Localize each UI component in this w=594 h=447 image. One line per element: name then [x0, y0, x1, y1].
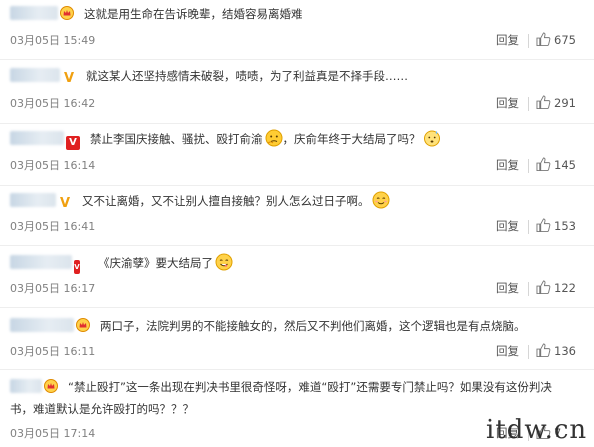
- comment-text: 两口子，法院判男的不能接触女的，然后又不判他们离婚，这个逻辑也是有点烧脑。: [100, 319, 526, 333]
- blurred-username[interactable]: [10, 379, 42, 393]
- thumbs-up-icon: [536, 32, 551, 46]
- comment-time: 03月05日 16:42: [10, 97, 96, 110]
- like-button[interactable]: 122: [536, 280, 576, 295]
- reply-button[interactable]: 回复: [496, 218, 519, 234]
- comment-text: “禁止殴打”这一条出现在判决书里很奇怪呀，难道“殴打”还需要专门禁止吗？如果没有…: [68, 380, 552, 394]
- comment-item: 这就是用生命在告诉晚辈，结婚容易离婚难 03月05日 15:49 回复 675: [0, 0, 594, 60]
- verified-v-icon: V: [74, 260, 80, 274]
- reply-button[interactable]: 回复: [496, 280, 519, 296]
- watermark: itdw.cn: [486, 415, 588, 445]
- crown-badge-icon: [76, 318, 90, 332]
- like-count: 122: [554, 281, 576, 295]
- like-count: 145: [554, 158, 576, 172]
- like-count: 675: [554, 33, 576, 47]
- verified-v-icon: V: [59, 196, 71, 211]
- divider: [528, 97, 529, 111]
- like-count: 153: [554, 219, 576, 233]
- comment-time: 03月05日 15:49: [10, 34, 96, 47]
- crown-badge-icon: [60, 6, 74, 20]
- thumbs-up-icon: [536, 218, 551, 232]
- comment-text-cont: 书，难道默认是允许殴打的吗？？？: [10, 402, 194, 416]
- comment-time: 03月05日 16:11: [10, 345, 96, 358]
- comment-time: 03月05日 16:41: [10, 220, 96, 233]
- verified-v-icon: V: [66, 136, 80, 150]
- like-button[interactable]: 291: [536, 95, 576, 110]
- comment-text: 这就是用生命在告诉晚辈，结婚容易离婚难: [84, 7, 303, 21]
- comment-time: 03月05日 17:14: [10, 427, 96, 440]
- divider: [528, 159, 529, 173]
- comment-text: 禁止李国庆接触、骚扰、殴打俞渝: [90, 132, 263, 146]
- comment-item: V 禁止李国庆接触、骚扰、殴打俞渝 ，庆俞年终于大结局了吗？ 03月05日 16:1…: [0, 124, 594, 186]
- emoji-thinking-icon: [265, 129, 283, 147]
- reply-button[interactable]: 回复: [496, 157, 519, 173]
- blurred-username[interactable]: [10, 255, 72, 269]
- comment-time: 03月05日 16:14: [10, 159, 96, 172]
- verified-v-icon: V: [63, 71, 75, 86]
- like-count: 291: [554, 96, 576, 110]
- divider: [528, 282, 529, 296]
- emoji-sweat-icon: [423, 129, 441, 147]
- crown-badge-icon: [44, 379, 58, 393]
- divider: [528, 345, 529, 359]
- comment-text: 又不让离婚，又不让别人擅自接触？别人怎么过日子啊。: [82, 194, 370, 208]
- like-button[interactable]: 7136: [536, 343, 576, 358]
- thumbs-up-icon: [536, 95, 551, 109]
- thumbs-up-icon: [536, 280, 551, 294]
- thumbs-up-icon: [536, 343, 551, 357]
- comment-item: 两口子，法院判男的不能接触女的，然后又不判他们离婚，这个逻辑也是有点烧脑。 03…: [0, 308, 594, 370]
- emoji-yum-icon: [215, 253, 233, 271]
- blurred-username[interactable]: [10, 131, 64, 145]
- like-count: 136: [554, 344, 576, 358]
- blurred-username[interactable]: [10, 68, 60, 82]
- thumbs-up-icon: [536, 157, 551, 171]
- divider: [528, 220, 529, 234]
- blurred-username[interactable]: [10, 318, 74, 332]
- blurred-username[interactable]: [10, 193, 56, 207]
- like-button[interactable]: 153: [536, 218, 576, 233]
- reply-button[interactable]: 回复: [496, 32, 519, 48]
- like-button[interactable]: 145: [536, 157, 576, 172]
- like-button[interactable]: 675: [536, 32, 576, 47]
- emoji-blush-icon: [372, 191, 390, 209]
- divider: [528, 34, 529, 48]
- comment-text: 《庆渝孽》要大结局了: [98, 256, 213, 270]
- comment-text-cont: ，庆俞年终于大结局了吗？: [282, 132, 421, 146]
- reply-button[interactable]: 回复: [496, 343, 519, 359]
- comment-item: V 就这某人还坚持感情未破裂，啧啧，为了利益真是不择手段…… 03月05日 16:…: [0, 60, 594, 124]
- reply-button[interactable]: 回复: [496, 95, 519, 111]
- comment-text: 就这某人还坚持感情未破裂，啧啧，为了利益真是不择手段……: [86, 69, 408, 83]
- comment-item: V 《庆渝孽》要大结局了 03月05日 16:17 回复 122: [0, 246, 594, 308]
- blurred-username[interactable]: [10, 6, 58, 20]
- comment-time: 03月05日 16:17: [10, 282, 96, 295]
- comment-item: V 又不让离婚，又不让别人擅自接触？别人怎么过日子啊。 03月05日 16:41 …: [0, 186, 594, 246]
